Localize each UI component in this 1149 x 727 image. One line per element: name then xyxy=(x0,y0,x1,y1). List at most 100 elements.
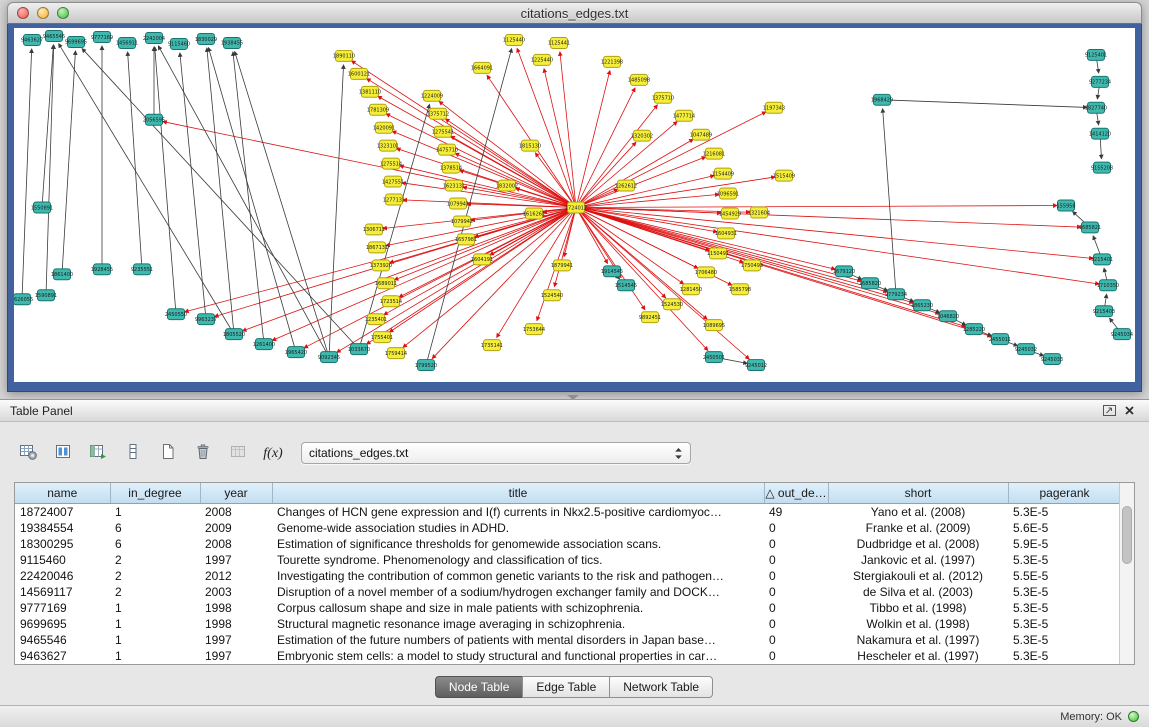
graph-node[interactable]: 1753644 xyxy=(523,324,545,335)
graph-node[interactable]: 1965420 xyxy=(285,347,307,358)
graph-node[interactable]: 155958 xyxy=(1056,200,1075,211)
close-window-button[interactable] xyxy=(17,7,29,19)
table-cell[interactable]: 5.5E-5 xyxy=(1008,568,1121,584)
table-cell[interactable]: 19384554 xyxy=(15,520,110,536)
graph-node[interactable]: 9963237 xyxy=(195,314,217,325)
graph-node[interactable]: 9699695 xyxy=(65,36,87,47)
graph-node[interactable]: 1373920 xyxy=(370,260,392,271)
row-tools-button[interactable] xyxy=(119,440,147,466)
table-row[interactable]: 946554611997Estimation of the future num… xyxy=(15,632,1121,648)
table-row[interactable]: 1456911722003Disruption of a novel membe… xyxy=(15,584,1121,600)
graph-node[interactable]: 9463627 xyxy=(21,34,43,45)
table-cell[interactable]: 14569117 xyxy=(15,584,110,600)
graph-node[interactable]: 1550891 xyxy=(31,202,53,213)
scrollbar-thumb[interactable] xyxy=(1122,506,1132,564)
table-cell[interactable]: 5.6E-5 xyxy=(1008,520,1121,536)
table-cell[interactable]: 1997 xyxy=(200,552,272,568)
table-cell[interactable]: 9115460 xyxy=(15,552,110,568)
graph-edge[interactable] xyxy=(576,207,835,269)
table-cell[interactable]: 1 xyxy=(110,616,200,632)
graph-node[interactable]: 9235551 xyxy=(131,264,153,275)
graph-node[interactable]: 9245034 xyxy=(1111,329,1133,340)
graph-node[interactable]: 2450501 xyxy=(703,352,725,363)
table-cell[interactable]: 0 xyxy=(764,600,828,616)
graph-edge[interactable] xyxy=(163,122,576,208)
graph-edge[interactable] xyxy=(432,207,576,358)
graph-node[interactable]: 9465546 xyxy=(43,30,65,41)
graph-edge[interactable] xyxy=(207,48,234,334)
graph-node[interactable]: 1799520 xyxy=(415,360,437,371)
table-cell[interactable]: 9699695 xyxy=(15,616,110,632)
graph-edge[interactable] xyxy=(576,206,1057,208)
table-cell[interactable]: 5.9E-5 xyxy=(1008,536,1121,552)
graph-node[interactable]: 1735141 xyxy=(481,340,503,351)
graph-edge[interactable] xyxy=(883,109,896,294)
table-cell[interactable]: Estimation of significance thresholds fo… xyxy=(272,536,764,552)
graph-node[interactable]: 9245032 xyxy=(1015,344,1037,355)
table-cell[interactable]: 2 xyxy=(110,568,200,584)
graph-node[interactable]: 1420091 xyxy=(373,122,395,133)
table-cell[interactable]: 1 xyxy=(110,632,200,648)
graph-node[interactable]: 9245012 xyxy=(745,360,767,371)
graph-node[interactable]: 1781309 xyxy=(367,104,389,115)
table-cell[interactable]: 9777169 xyxy=(15,600,110,616)
column-header-short[interactable]: short xyxy=(828,483,1008,503)
table-cell[interactable]: 1998 xyxy=(200,600,272,616)
table-cell[interactable]: 6 xyxy=(110,520,200,536)
tab-network-table[interactable]: Network Table xyxy=(609,676,713,698)
graph-edge[interactable] xyxy=(882,100,1087,108)
delete-table-button[interactable] xyxy=(189,440,217,466)
graph-edge[interactable] xyxy=(451,136,576,207)
minimize-window-button[interactable] xyxy=(37,7,49,19)
graph-node[interactable]: 1515409 xyxy=(773,170,795,181)
graph-node[interactable]: 1755401 xyxy=(371,332,393,343)
graph-node[interactable]: 1928455 xyxy=(91,264,113,275)
show-columns-button[interactable] xyxy=(49,440,77,466)
table-cell[interactable]: 0 xyxy=(764,648,828,664)
graph-node[interactable]: 1524530 xyxy=(661,299,683,310)
graph-edge[interactable] xyxy=(560,52,576,208)
table-cell[interactable]: 0 xyxy=(764,536,828,552)
graph-node[interactable]: 1047489 xyxy=(690,129,712,140)
graph-edge[interactable] xyxy=(367,207,576,344)
graph-node[interactable]: 1261400 xyxy=(253,339,275,350)
graph-node[interactable]: 1285220 xyxy=(963,324,985,335)
graph-node[interactable]: 1524540 xyxy=(541,290,563,301)
graph-node[interactable]: 1275514 xyxy=(380,158,402,169)
graph-node[interactable]: 1689011 xyxy=(375,278,397,289)
graph-node[interactable]: 1706480 xyxy=(695,267,717,278)
graph-edge[interactable] xyxy=(576,142,636,207)
graph-edge[interactable] xyxy=(128,52,142,269)
table-cell[interactable]: 0 xyxy=(764,520,828,536)
table-cell[interactable]: Estimation of the future numbers of pati… xyxy=(272,632,764,648)
graph-node[interactable]: 1197343 xyxy=(763,102,785,113)
graph-node[interactable]: 1456911 xyxy=(116,37,138,48)
graph-node[interactable]: 1890110 xyxy=(333,50,355,61)
graph-node[interactable]: 1454929 xyxy=(719,208,741,219)
graph-node[interactable]: 1827740 xyxy=(1085,102,1107,113)
graph-node[interactable]: 1861400 xyxy=(51,269,73,280)
graph-node[interactable]: 1381110 xyxy=(359,86,381,97)
table-cell[interactable]: 6 xyxy=(110,536,200,552)
graph-node[interactable]: 1375710 xyxy=(652,92,674,103)
tab-edge-table[interactable]: Edge Table xyxy=(522,676,610,698)
graph-node[interactable]: 1079942 xyxy=(451,216,473,227)
table-row[interactable]: 1938455462009Genome-wide association stu… xyxy=(15,520,1121,536)
table-cell[interactable]: Structural magnetic resonance image aver… xyxy=(272,616,764,632)
graph-edge[interactable] xyxy=(42,45,53,208)
graph-node[interactable]: 1938455 xyxy=(221,37,243,48)
table-row[interactable]: 1872400712008Changes of HCN gene express… xyxy=(15,503,1121,520)
graph-edge[interactable] xyxy=(242,207,576,331)
graph-node[interactable]: 1079941 xyxy=(447,198,469,209)
table-cell[interactable]: 1998 xyxy=(200,616,272,632)
graph-node[interactable]: 1685820 xyxy=(859,278,881,289)
table-cell[interactable]: Yano et al. (2008) xyxy=(828,503,1008,520)
graph-node[interactable]: 1378514 xyxy=(440,162,462,173)
graph-node[interactable]: 1221398 xyxy=(601,56,623,67)
table-cell[interactable]: Investigating the contribution of common… xyxy=(272,568,764,584)
table-cell[interactable]: Stergiakouli et al. (2012) xyxy=(828,568,1008,584)
table-scrollbar[interactable] xyxy=(1119,483,1134,664)
new-table-button[interactable] xyxy=(154,440,182,466)
table-cell[interactable]: 18724007 xyxy=(15,503,110,520)
graph-node[interactable]: 1096591 xyxy=(717,188,739,199)
